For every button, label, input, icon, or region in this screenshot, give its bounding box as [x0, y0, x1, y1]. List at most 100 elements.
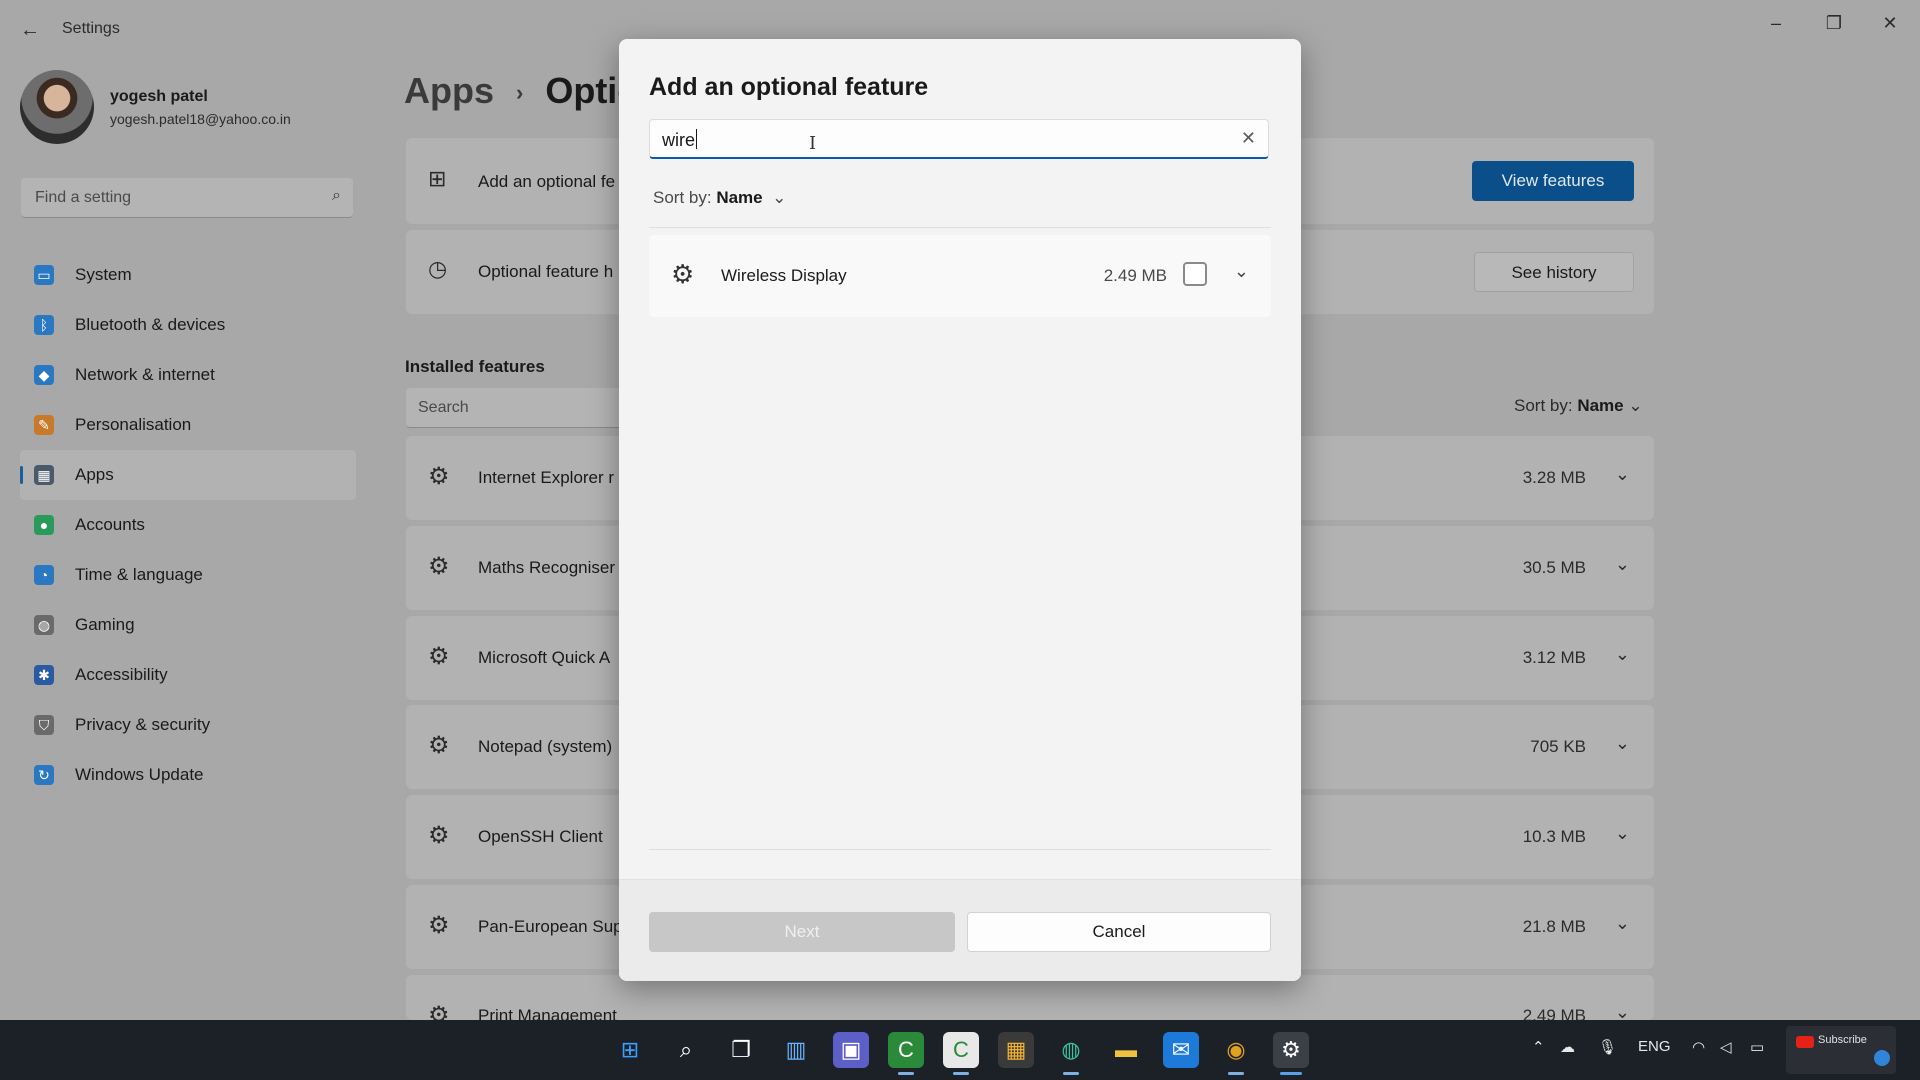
camtasia-recorder-icon[interactable]: C: [943, 1032, 979, 1068]
feature-result-row[interactable]: ⚙ Wireless Display 2.49 MB ⌄: [649, 235, 1271, 317]
accessibility-icon: ✱: [34, 665, 54, 685]
brush-icon: ✎: [34, 415, 54, 435]
feature-size: 30.5 MB: [1522, 558, 1586, 577]
widgets-icon[interactable]: ▥: [778, 1032, 814, 1068]
window-title: Settings: [62, 20, 120, 37]
text-caret: [696, 129, 698, 149]
settings-icon[interactable]: ⚙: [1273, 1032, 1309, 1068]
feature-name: Print Management: [478, 1006, 617, 1020]
installed-sort-dropdown[interactable]: Sort by: Name ⌄: [1514, 396, 1643, 416]
sidebar-item-label: Windows Update: [75, 765, 204, 784]
system-icon: ▭: [34, 265, 54, 285]
feature-name: Pan-European Sup: [478, 917, 623, 936]
feature-size: 21.8 MB: [1522, 917, 1586, 936]
taskbar: ⊞ ⌕ ❐ ▥ ▣ C C ▦ ◍ ▬ ✉ ◉ ⚙ ⌃ ☁ 🎙 ENG ◠ ◁ …: [0, 1020, 1920, 1080]
active-indicator: [1280, 1072, 1302, 1075]
chevron-up-icon[interactable]: ⌃: [1532, 1038, 1545, 1056]
store-icon[interactable]: ▦: [998, 1032, 1034, 1068]
installed-search-placeholder: Search: [418, 399, 469, 416]
user-name: yogesh patel: [110, 88, 208, 105]
chevron-down-icon[interactable]: ⌄: [1615, 644, 1630, 665]
wifi-icon[interactable]: ◠: [1692, 1038, 1705, 1056]
sidebar-item-network[interactable]: ◆ Network & internet: [20, 350, 356, 400]
sort-value: Name: [1577, 396, 1624, 415]
subscribe-label: Subscribe: [1818, 1034, 1867, 1046]
next-button[interactable]: Next: [649, 912, 955, 952]
edge-icon[interactable]: ◍: [1053, 1032, 1089, 1068]
running-indicator: [898, 1072, 914, 1075]
see-history-button[interactable]: See history: [1474, 252, 1634, 292]
chevron-down-icon[interactable]: ⌄: [1615, 464, 1630, 485]
sidebar-item-accessibility[interactable]: ✱ Accessibility: [20, 650, 356, 700]
sidebar-item-label: System: [75, 265, 132, 284]
find-setting-input[interactable]: Find a setting ⌕: [21, 178, 353, 218]
dialog-title: Add an optional feature: [649, 73, 929, 101]
feature-gear-icon: ⚙: [671, 259, 695, 289]
feature-gear-icon: ⚙: [428, 643, 450, 670]
divider: [649, 849, 1271, 850]
volume-icon[interactable]: ◁: [1720, 1038, 1732, 1056]
sidebar-item-windows-update[interactable]: ↻ Windows Update: [20, 750, 356, 800]
chat-icon[interactable]: ▣: [833, 1032, 869, 1068]
feature-name: Notepad (system): [478, 737, 613, 756]
chevron-down-icon[interactable]: ⌄: [1615, 554, 1630, 575]
sidebar-item-label: Personalisation: [75, 415, 192, 434]
running-indicator: [953, 1072, 969, 1075]
dialog-sort-dropdown[interactable]: Sort by: Name ⌄: [653, 188, 786, 208]
network-icon: ◆: [34, 365, 54, 385]
camtasia-icon[interactable]: C: [888, 1032, 924, 1068]
file-explorer-icon[interactable]: ▬: [1108, 1032, 1144, 1068]
back-button[interactable]: ←: [18, 18, 42, 42]
maximize-button[interactable]: ❐: [1814, 8, 1854, 38]
chrome-icon[interactable]: ◉: [1218, 1032, 1254, 1068]
youtube-icon: [1796, 1036, 1814, 1048]
feature-gear-icon: ⚙: [428, 553, 450, 580]
language-indicator[interactable]: ENG: [1638, 1038, 1671, 1055]
task-view-icon[interactable]: ❐: [723, 1032, 759, 1068]
sidebar-item-label: Time & language: [75, 565, 203, 584]
installed-features-heading: Installed features: [405, 357, 545, 376]
sidebar-item-bluetooth[interactable]: ᛒ Bluetooth & devices: [20, 300, 356, 350]
chevron-down-icon[interactable]: ⌄: [1615, 733, 1630, 754]
breadcrumb-apps[interactable]: Apps: [404, 70, 494, 111]
add-optional-feature-dialog: Add an optional feature wire ✕ I Sort by…: [619, 39, 1301, 981]
sidebar-item-apps[interactable]: ▦ Apps: [20, 450, 356, 500]
microphone-icon[interactable]: 🎙: [1598, 1038, 1617, 1056]
clear-icon[interactable]: ✕: [1241, 128, 1256, 149]
start-icon[interactable]: ⊞: [612, 1032, 648, 1068]
feature-size: 3.12 MB: [1522, 648, 1586, 667]
shield-icon: ⛉: [34, 715, 54, 735]
chevron-down-icon[interactable]: ⌄: [1234, 261, 1249, 282]
battery-icon[interactable]: ▭: [1750, 1038, 1764, 1056]
sidebar-item-label: Apps: [75, 465, 114, 484]
cancel-button[interactable]: Cancel: [967, 912, 1271, 952]
bluetooth-icon: ᛒ: [34, 315, 54, 335]
sidebar-item-label: Accessibility: [75, 665, 168, 684]
feature-search-input[interactable]: wire ✕: [649, 119, 1269, 159]
sidebar-item-label: Gaming: [75, 615, 135, 634]
chevron-down-icon[interactable]: ⌄: [1615, 823, 1630, 844]
sidebar-item-accounts[interactable]: ● Accounts: [20, 500, 356, 550]
sidebar-item-label: Network & internet: [75, 365, 215, 384]
chevron-down-icon[interactable]: ⌄: [1615, 1002, 1630, 1020]
chevron-down-icon[interactable]: ⌄: [1615, 913, 1630, 934]
onedrive-icon[interactable]: ☁: [1560, 1038, 1575, 1056]
feature-checkbox[interactable]: [1183, 262, 1207, 286]
subscribe-badge[interactable]: Subscribe: [1786, 1026, 1896, 1074]
feature-size: 10.3 MB: [1522, 827, 1586, 846]
sidebar-item-privacy[interactable]: ⛉ Privacy & security: [20, 700, 356, 750]
view-features-button[interactable]: View features: [1472, 161, 1634, 201]
feature-size: 705 KB: [1530, 737, 1586, 756]
minimize-button[interactable]: –: [1756, 8, 1796, 38]
divider: [649, 227, 1271, 228]
sidebar-item-personalisation[interactable]: ✎ Personalisation: [20, 400, 356, 450]
installed-feature-row[interactable]: ⚙ Print Management 2.49 MB ⌄: [406, 975, 1654, 1020]
sidebar-item-gaming[interactable]: ◍ Gaming: [20, 600, 356, 650]
search-icon[interactable]: ⌕: [668, 1032, 704, 1068]
sidebar-item-system[interactable]: ▭ System: [20, 250, 356, 300]
sidebar-item-time-language[interactable]: ◔ Time & language: [20, 550, 356, 600]
running-indicator: [1228, 1072, 1244, 1075]
close-button[interactable]: ✕: [1870, 8, 1910, 38]
find-setting-placeholder: Find a setting: [35, 189, 132, 206]
mail-icon[interactable]: ✉: [1163, 1032, 1199, 1068]
